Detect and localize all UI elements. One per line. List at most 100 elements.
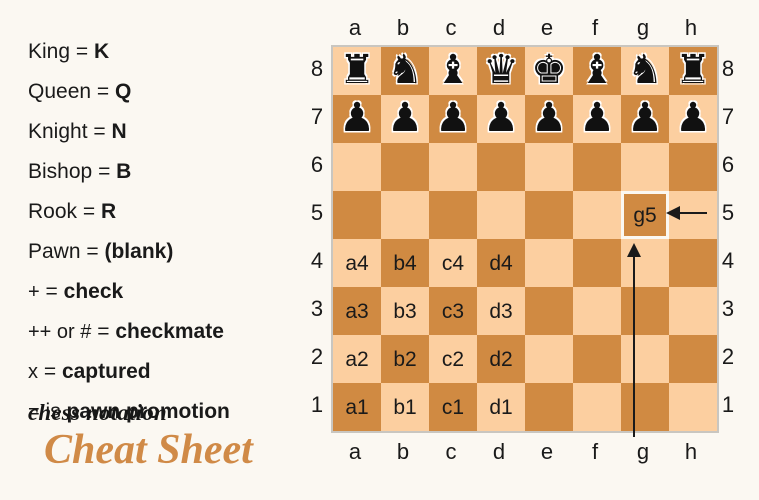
rank-label-5: 5	[310, 200, 324, 225]
square-b5[interactable]	[381, 191, 429, 239]
square-coordinate-label: g5	[633, 203, 657, 227]
square-a7[interactable]: ♟	[333, 95, 381, 143]
square-coordinate-label: a3	[345, 299, 369, 323]
rank-label-8: 8	[721, 56, 735, 81]
square-a6[interactable]	[333, 143, 381, 191]
file-label-b: b	[396, 15, 410, 40]
square-g7[interactable]: ♟	[621, 95, 669, 143]
square-b7[interactable]: ♟	[381, 95, 429, 143]
square-e7[interactable]: ♟	[525, 95, 573, 143]
file-labels-bottom: a b c d e f g h	[331, 438, 715, 466]
square-f8[interactable]: ♝	[573, 47, 621, 95]
square-d6[interactable]	[477, 143, 525, 191]
square-b2[interactable]: b2	[381, 335, 429, 383]
square-g6[interactable]	[621, 143, 669, 191]
square-g8[interactable]: ♞	[621, 47, 669, 95]
square-h5[interactable]	[669, 191, 717, 239]
file-label-b: b	[396, 439, 410, 464]
square-a8[interactable]: ♜	[333, 47, 381, 95]
square-c1[interactable]: c1	[429, 383, 477, 431]
square-c3[interactable]: c3	[429, 287, 477, 335]
square-d8[interactable]: ♛	[477, 47, 525, 95]
square-b6[interactable]	[381, 143, 429, 191]
square-coordinate-label: d3	[489, 299, 513, 323]
legend-key: x	[28, 361, 38, 383]
square-f7[interactable]: ♟	[573, 95, 621, 143]
legend-row: x = captured	[28, 352, 298, 392]
square-f2[interactable]	[573, 335, 621, 383]
square-g4[interactable]	[621, 239, 669, 287]
rank-label-6: 6	[310, 152, 324, 177]
rank-label-1: 1	[310, 392, 324, 417]
square-c7[interactable]: ♟	[429, 95, 477, 143]
square-a3[interactable]: a3	[333, 287, 381, 335]
legend-value: B	[116, 160, 132, 183]
square-c8[interactable]: ♝	[429, 47, 477, 95]
square-f4[interactable]	[573, 239, 621, 287]
legend-value: K	[93, 40, 110, 63]
square-coordinate-label: b2	[393, 347, 417, 371]
square-d2[interactable]: d2	[477, 335, 525, 383]
notation-legend: King = K Queen = Q Knight = N Bishop = B Roo…	[28, 32, 298, 432]
legend-row: Pawn = (blank)	[28, 232, 298, 272]
square-h2[interactable]	[669, 335, 717, 383]
square-e2[interactable]	[525, 335, 573, 383]
rook-icon: ♜	[675, 48, 711, 92]
square-a5[interactable]	[333, 191, 381, 239]
legend-value: Q	[115, 80, 132, 103]
square-e4[interactable]	[525, 239, 573, 287]
square-d4[interactable]: d4	[477, 239, 525, 287]
legend-equals: =	[75, 40, 89, 63]
square-e1[interactable]	[525, 383, 573, 431]
square-b8[interactable]: ♞	[381, 47, 429, 95]
square-e5[interactable]	[525, 191, 573, 239]
chessboard[interactable]: ♜ ♞ ♝ ♛ ♚ ♝ ♞ ♜ ♟ ♟ ♟ ♟ ♟ ♟ ♟ ♟ g5 a4 b4 c4 d4 a3 b3 c3 d3 a2 b2 c2…	[331, 45, 719, 433]
legend-row: Bishop = B	[28, 152, 298, 192]
legend-equals: =	[43, 360, 57, 383]
legend-row: ++ or # = checkmate	[28, 312, 298, 352]
square-h8[interactable]: ♜	[669, 47, 717, 95]
square-c2[interactable]: c2	[429, 335, 477, 383]
chessboard-area: abcdefgh 87654321 ♜ ♞ ♝ ♛ ♚ ♝ ♞ ♜ ♟ ♟ ♟ ♟ ♟ ♟ ♟ ♟ g5 a4 b4…	[311, 12, 742, 467]
square-g3[interactable]	[621, 287, 669, 335]
square-d3[interactable]: d3	[477, 287, 525, 335]
square-c6[interactable]	[429, 143, 477, 191]
rank-label-7: 7	[310, 104, 324, 129]
square-g2[interactable]	[621, 335, 669, 383]
square-e3[interactable]	[525, 287, 573, 335]
square-b1[interactable]: b1	[381, 383, 429, 431]
pawn-icon: ♟	[579, 96, 615, 140]
square-g1[interactable]	[621, 383, 669, 431]
square-b3[interactable]: b3	[381, 287, 429, 335]
square-g5[interactable]: g5	[621, 191, 669, 239]
square-f1[interactable]	[573, 383, 621, 431]
square-h4[interactable]	[669, 239, 717, 287]
rank-labels-right: 8 7 6 5 4 3 2 1	[715, 45, 741, 429]
square-c4[interactable]: c4	[429, 239, 477, 287]
square-e6[interactable]	[525, 143, 573, 191]
file-label-e: e	[540, 439, 554, 464]
file-label-h: h	[684, 15, 698, 40]
square-f6[interactable]	[573, 143, 621, 191]
square-f5[interactable]	[573, 191, 621, 239]
square-d7[interactable]: ♟	[477, 95, 525, 143]
queen-icon: ♛	[483, 48, 519, 92]
square-d5[interactable]	[477, 191, 525, 239]
square-b4[interactable]: b4	[381, 239, 429, 287]
square-e8[interactable]: ♚	[525, 47, 573, 95]
square-h1[interactable]	[669, 383, 717, 431]
king-icon: ♚	[531, 48, 567, 92]
legend-key: Queen	[28, 80, 92, 103]
square-a4[interactable]: a4	[333, 239, 381, 287]
square-coordinate-label: b3	[393, 299, 417, 323]
square-h7[interactable]: ♟	[669, 95, 717, 143]
square-h6[interactable]	[669, 143, 717, 191]
legend-row: Queen = Q	[28, 72, 298, 112]
square-d1[interactable]: d1	[477, 383, 525, 431]
square-f3[interactable]	[573, 287, 621, 335]
square-a2[interactable]: a2	[333, 335, 381, 383]
square-c5[interactable]	[429, 191, 477, 239]
square-h3[interactable]	[669, 287, 717, 335]
square-a1[interactable]: a1	[333, 383, 381, 431]
legend-value: R	[100, 200, 117, 223]
